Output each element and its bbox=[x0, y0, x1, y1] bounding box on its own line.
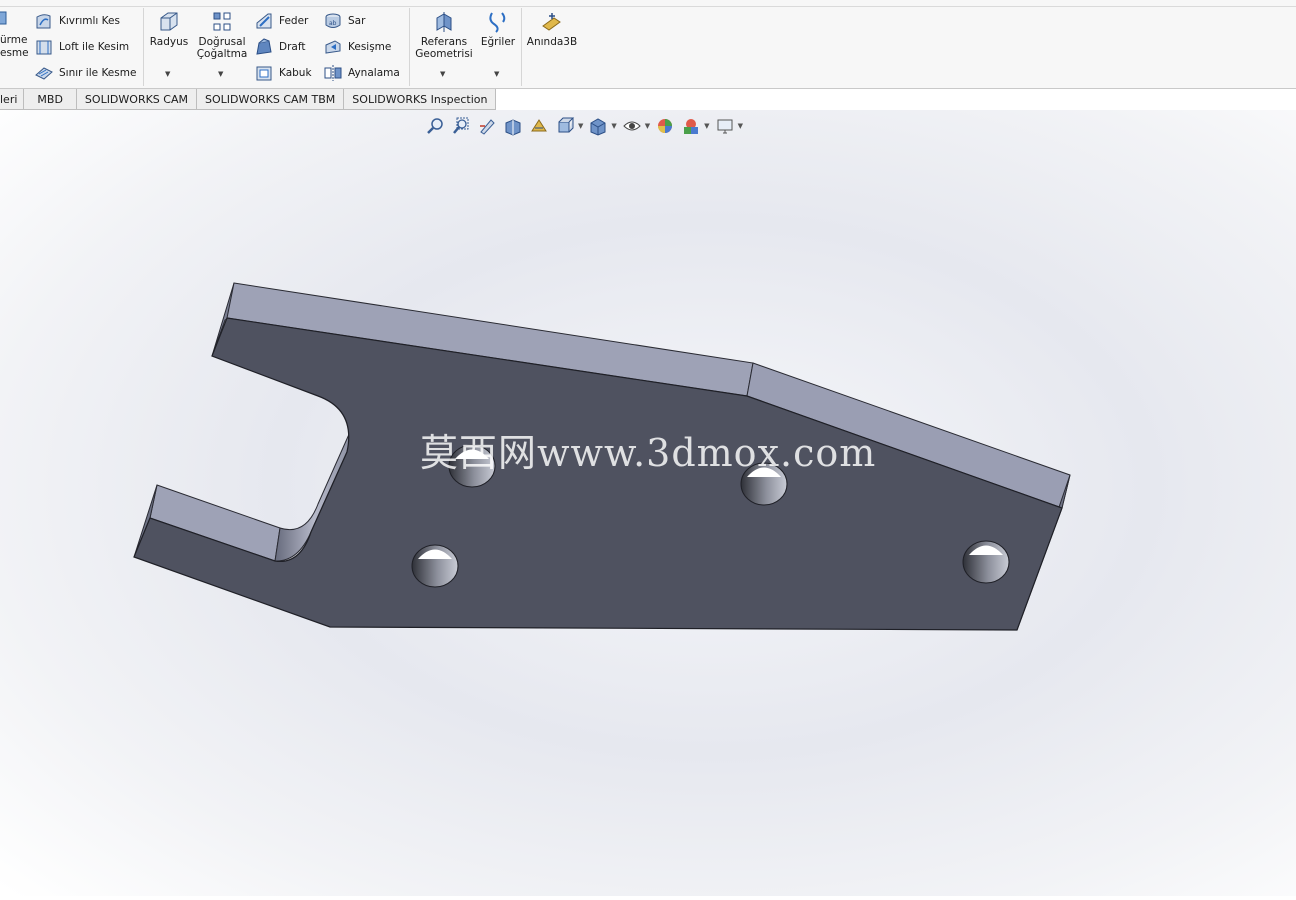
tab-mbd[interactable]: MBD bbox=[23, 89, 77, 110]
ribbon-separator bbox=[409, 8, 410, 86]
reference-geometry-label-line2: Geometrisi bbox=[415, 48, 473, 60]
extruded-cut-partial-button[interactable] bbox=[0, 11, 10, 25]
display-style-dropdown-caret[interactable]: ▼ bbox=[611, 122, 616, 130]
zoom-to-fit-icon[interactable] bbox=[424, 115, 446, 137]
instant3d-button[interactable]: Anında3B bbox=[526, 10, 578, 48]
hide-show-items-icon[interactable] bbox=[621, 115, 643, 137]
curves-button[interactable]: Eğriler bbox=[478, 10, 518, 48]
swept-cut-button[interactable]: Kıvrımlı Kes bbox=[34, 10, 120, 32]
tab-label: SOLIDWORKS CAM bbox=[84, 92, 188, 106]
intersect-button[interactable]: Kesişme bbox=[323, 36, 391, 58]
command-manager-ribbon: ürme esme Kıvrımlı Kes Loft ile Kesim Sı… bbox=[0, 0, 1296, 89]
apply-scene-dropdown-caret[interactable]: ▼ bbox=[704, 122, 709, 130]
linear-pattern-icon bbox=[210, 10, 234, 34]
dynamic-annotation-views-icon[interactable] bbox=[528, 115, 550, 137]
wrap-icon: ab bbox=[323, 11, 343, 31]
wrap-label: Sar bbox=[348, 15, 366, 27]
extruded-cut-label-line2: esme bbox=[0, 47, 29, 59]
display-style-icon[interactable] bbox=[587, 115, 609, 137]
linear-pattern-label-line2: Çoğaltma bbox=[196, 48, 248, 60]
fillet-dropdown-caret[interactable]: ▼ bbox=[165, 70, 170, 78]
reference-geometry-label-line1: Referans bbox=[420, 36, 468, 48]
ribbon-separator bbox=[521, 8, 522, 86]
view-settings-dropdown-caret[interactable]: ▼ bbox=[738, 122, 743, 130]
boundary-cut-button[interactable]: Sınır ile Kesme bbox=[34, 62, 136, 84]
boundary-cut-label: Sınır ile Kesme bbox=[59, 67, 137, 79]
ribbon-separator bbox=[143, 8, 144, 86]
shell-button[interactable]: Kabuk bbox=[254, 62, 312, 84]
shell-icon bbox=[254, 63, 274, 83]
mirror-label: Aynalama bbox=[348, 67, 400, 79]
view-orientation-icon[interactable] bbox=[554, 115, 576, 137]
draft-icon bbox=[254, 37, 274, 57]
mirror-icon bbox=[323, 63, 343, 83]
swept-cut-icon bbox=[34, 11, 54, 31]
draft-label: Draft bbox=[279, 41, 306, 53]
tab-solidworks-cam-tbm[interactable]: SOLIDWORKS CAM TBM bbox=[195, 89, 345, 110]
lofted-cut-label: Loft ile Kesim bbox=[59, 41, 130, 53]
rib-button[interactable]: Feder bbox=[254, 10, 308, 32]
reference-geometry-dropdown-caret[interactable]: ▼ bbox=[440, 70, 445, 78]
intersect-icon bbox=[323, 37, 343, 57]
view-settings-icon[interactable] bbox=[714, 115, 736, 137]
draft-button[interactable]: Draft bbox=[254, 36, 305, 58]
instant3d-icon bbox=[540, 10, 564, 34]
curves-icon bbox=[486, 10, 510, 34]
apply-scene-icon[interactable] bbox=[680, 115, 702, 137]
wrap-button[interactable]: ab Sar bbox=[323, 10, 365, 32]
boundary-cut-icon bbox=[34, 63, 54, 83]
edit-appearance-icon[interactable] bbox=[654, 115, 676, 137]
command-manager-tabs: leri MBD SOLIDWORKS CAM SOLIDWORKS CAM T… bbox=[0, 89, 497, 110]
reference-geometry-icon bbox=[432, 10, 456, 34]
tab-label: MBD bbox=[37, 92, 63, 106]
section-view-icon[interactable] bbox=[502, 115, 524, 137]
linear-pattern-label-line1: Doğrusal bbox=[198, 36, 246, 48]
intersect-label: Kesişme bbox=[348, 41, 392, 53]
shell-label: Kabuk bbox=[279, 67, 312, 79]
fillet-button[interactable]: Radyus bbox=[149, 10, 189, 48]
tab-partial[interactable]: leri bbox=[0, 89, 25, 110]
watermark-text: 莫西网www.3dmox.com bbox=[420, 431, 877, 475]
fillet-label: Radyus bbox=[149, 36, 189, 48]
swept-cut-label: Kıvrımlı Kes bbox=[59, 15, 120, 27]
extruded-cut-label-line1: ürme bbox=[0, 34, 28, 46]
curves-label: Eğriler bbox=[480, 36, 516, 48]
tab-label: leri bbox=[0, 92, 18, 106]
tab-solidworks-inspection[interactable]: SOLIDWORKS Inspection bbox=[343, 89, 497, 110]
instant3d-label: Anında3B bbox=[526, 36, 578, 48]
rib-icon bbox=[254, 11, 274, 31]
heads-up-view-toolbar: ▼ ▼ ▼ ▼ ▼ bbox=[424, 114, 747, 138]
mirror-button[interactable]: Aynalama bbox=[323, 62, 400, 84]
ribbon-top-border bbox=[0, 6, 1296, 7]
model-view bbox=[0, 110, 1296, 896]
tab-solidworks-cam[interactable]: SOLIDWORKS CAM bbox=[75, 89, 197, 110]
tab-label: SOLIDWORKS CAM TBM bbox=[204, 92, 336, 106]
linear-pattern-button[interactable]: Doğrusal Çoğaltma bbox=[195, 10, 249, 60]
extrude-cut-icon bbox=[0, 8, 10, 28]
lofted-cut-icon bbox=[34, 37, 54, 57]
curves-dropdown-caret[interactable]: ▼ bbox=[494, 70, 499, 78]
previous-view-icon[interactable] bbox=[476, 115, 498, 137]
zoom-to-area-icon[interactable] bbox=[450, 115, 472, 137]
view-orientation-dropdown-caret[interactable]: ▼ bbox=[578, 122, 583, 130]
tab-label: SOLIDWORKS Inspection bbox=[352, 92, 488, 106]
lofted-cut-button[interactable]: Loft ile Kesim bbox=[34, 36, 129, 58]
rib-label: Feder bbox=[279, 15, 309, 27]
fillet-icon bbox=[157, 10, 181, 34]
graphics-area[interactable]: 莫西网www.3dmox.com bbox=[0, 110, 1296, 896]
reference-geometry-button[interactable]: Referans Geometrisi bbox=[414, 10, 474, 60]
svg-text:ab: ab bbox=[329, 20, 337, 27]
hide-show-dropdown-caret[interactable]: ▼ bbox=[645, 122, 650, 130]
linear-pattern-dropdown-caret[interactable]: ▼ bbox=[218, 70, 223, 78]
